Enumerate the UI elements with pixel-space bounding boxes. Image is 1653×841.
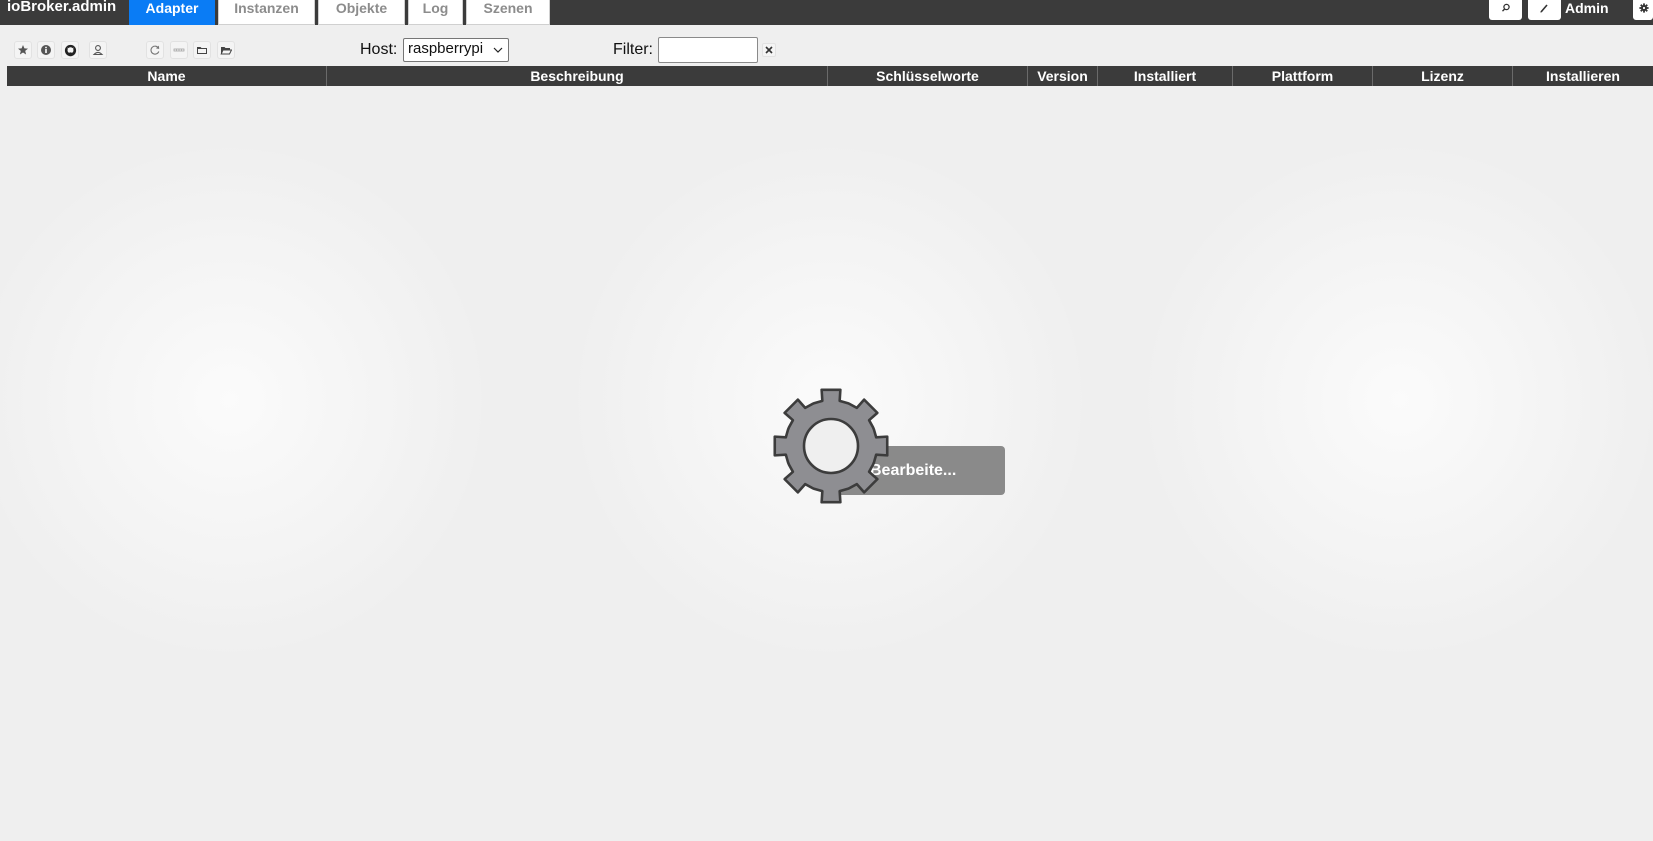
gear-icon <box>773 388 889 504</box>
folder-open-button[interactable] <box>217 41 235 59</box>
tab-label: Szenen <box>483 0 533 16</box>
info-button[interactable] <box>37 41 55 59</box>
user-button[interactable] <box>89 41 107 59</box>
edit-icon <box>1540 4 1548 13</box>
host-select-value: raspberrypi <box>408 40 484 57</box>
app-title: ioBroker.admin <box>7 0 117 15</box>
chevron-down-icon <box>493 47 503 53</box>
tab-log[interactable]: Log <box>408 0 463 25</box>
adapter-table-header: Name Beschreibung Schlüsselworte Version… <box>7 66 1653 86</box>
info-icon <box>41 45 51 55</box>
edit-button[interactable] <box>1528 0 1561 20</box>
top-navigation-bar: ioBroker.admin Adapter Instanzen Objekte… <box>0 0 1653 25</box>
list-button[interactable] <box>170 41 188 59</box>
refresh-icon <box>150 45 160 55</box>
close-icon <box>765 46 773 54</box>
folder-icon <box>197 47 207 54</box>
tab-label: Log <box>422 0 449 16</box>
tab-objekte[interactable]: Objekte <box>318 0 405 25</box>
column-header-lizenz[interactable]: Lizenz <box>1373 66 1513 86</box>
settings-button[interactable] <box>1633 0 1653 20</box>
folder-open-icon <box>220 47 232 55</box>
filter-label: Filter: <box>613 41 653 58</box>
clear-filter-button[interactable] <box>762 43 776 57</box>
column-header-installiert[interactable]: Installiert <box>1098 66 1233 86</box>
filter-input[interactable] <box>658 37 758 63</box>
tab-label: Instanzen <box>234 0 299 16</box>
tab-label: Adapter <box>145 0 199 16</box>
column-header-plattform[interactable]: Plattform <box>1233 66 1373 86</box>
gear-icon <box>1639 3 1649 13</box>
host-select[interactable]: raspberrypi <box>403 38 509 62</box>
refresh-button[interactable] <box>146 41 164 59</box>
list-icon <box>173 48 185 52</box>
star-icon <box>18 45 28 55</box>
user-icon <box>92 45 104 56</box>
column-header-beschreibung[interactable]: Beschreibung <box>327 66 828 86</box>
tab-instanzen[interactable]: Instanzen <box>218 0 315 25</box>
tab-label: Objekte <box>335 0 388 16</box>
search-icon <box>1501 3 1510 12</box>
favorites-button[interactable] <box>14 41 32 59</box>
folder-button[interactable] <box>193 41 211 59</box>
github-icon <box>64 44 76 56</box>
github-button[interactable] <box>61 41 79 59</box>
column-header-schluesselworte[interactable]: Schlüsselworte <box>828 66 1028 86</box>
column-header-version[interactable]: Version <box>1028 66 1098 86</box>
host-label: Host: <box>360 41 398 58</box>
tab-adapter[interactable]: Adapter <box>129 0 215 25</box>
column-header-installieren[interactable]: Installieren <box>1513 66 1653 86</box>
user-name[interactable]: Admin <box>1565 0 1609 16</box>
tab-szenen[interactable]: Szenen <box>466 0 550 25</box>
search-button[interactable] <box>1489 0 1522 20</box>
column-header-name[interactable]: Name <box>7 66 327 86</box>
